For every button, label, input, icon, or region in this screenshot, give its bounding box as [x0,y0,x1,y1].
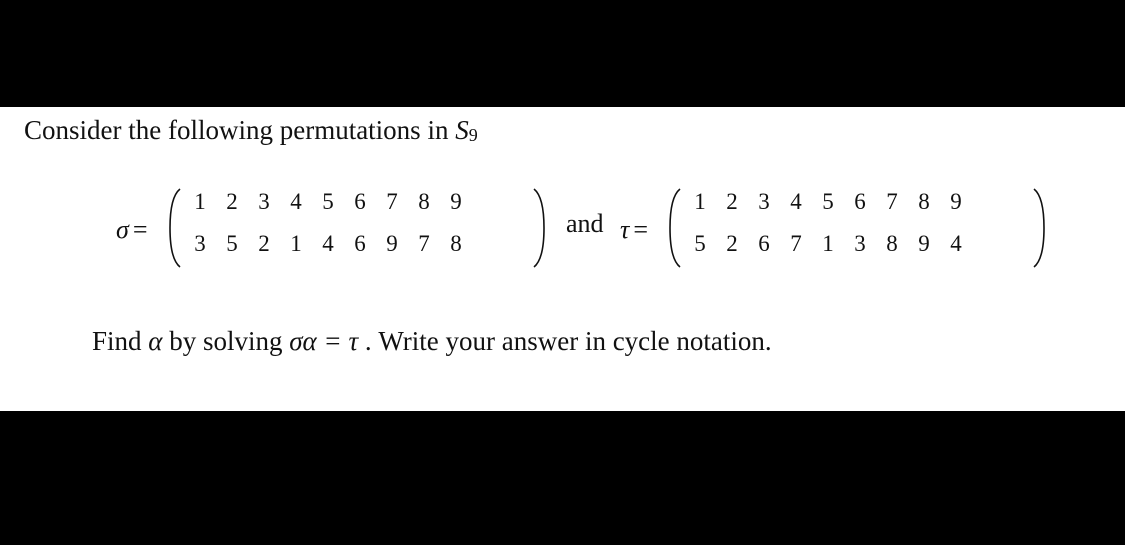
tau-top_row-cell: 8 [918,189,930,214]
sigma-bottom_row-cell: 5 [226,231,238,256]
sigma-bottom_row-cell: 4 [322,231,334,256]
sigma-matrix: 123456789 352146978 [168,187,552,269]
tau-bottom_row-cell: 8 [886,231,898,256]
tau-bottom_row-cell: 1 [822,231,834,256]
intro-text: Consider the following permutations in S… [24,115,478,146]
tau-bottom_row-cell: 6 [758,231,770,256]
problem-page: Consider the following permutations in S… [0,107,1125,411]
tau-label: τ = [620,215,648,245]
sigma-top_row-cell: 5 [322,189,334,214]
tau-top_row-cell: 9 [950,189,962,214]
sigma-top_row-cell: 7 [386,189,398,214]
sigma-top-row: 123456789 [184,189,472,215]
sigma-top_row-cell: 9 [450,189,462,214]
sigma-bottom_row-cell: 3 [194,231,206,256]
question-suffix: . Write your answer in cycle notation. [358,326,772,356]
left-paren-icon [168,187,182,269]
sigma-bottom-row: 352146978 [184,231,472,257]
tau-bottom_row-cell: 2 [726,231,738,256]
tau-top_row-cell: 1 [694,189,706,214]
tau-top_row-cell: 6 [854,189,866,214]
tau-top_row-cell: 2 [726,189,738,214]
tau-bottom_row-cell: 9 [918,231,930,256]
sigma-bottom_row-cell: 2 [258,231,270,256]
sigma-bottom_row-cell: 7 [418,231,430,256]
sigma-equals: = [132,215,148,244]
tau-symbol: τ [620,215,630,244]
sigma-bottom_row-cell: 8 [450,231,462,256]
sigma-top_row-cell: 8 [418,189,430,214]
sigma-top_row-cell: 4 [290,189,302,214]
group-symbol: S [455,115,469,145]
equation: σα = τ [289,326,359,356]
tau-equals: = [633,215,648,244]
tau-bottom_row-cell: 3 [854,231,866,256]
left-paren-icon [668,187,682,269]
sigma-symbol: σ [116,215,129,244]
question-text: Find α by solving σα = τ . Write your an… [92,326,772,357]
question-prefix: Find [92,326,149,356]
tau-matrix: 123456789 526713894 [668,187,1052,269]
sigma-top_row-cell: 2 [226,189,238,214]
sigma-top_row-cell: 3 [258,189,270,214]
question-middle: by solving [162,326,290,356]
tau-bottom_row-cell: 5 [694,231,706,256]
intro-sentence: Consider the following permutations in [24,115,456,145]
sigma-bottom_row-cell: 1 [290,231,302,256]
sigma-top_row-cell: 6 [354,189,366,214]
sigma-top_row-cell: 1 [194,189,206,214]
alpha-symbol: α [148,326,163,356]
tau-top_row-cell: 4 [790,189,802,214]
tau-top_row-cell: 3 [758,189,770,214]
sigma-bottom_row-cell: 9 [386,231,398,256]
tau-top_row-cell: 5 [822,189,834,214]
right-paren-icon [532,187,546,269]
tau-top_row-cell: 7 [886,189,898,214]
and-connector: and [566,209,604,238]
tau-bottom_row-cell: 4 [950,231,962,256]
sigma-bottom_row-cell: 6 [354,231,366,256]
tau-top-row: 123456789 [684,189,972,215]
tau-bottom-row: 526713894 [684,231,972,257]
sigma-label: σ = [116,215,148,245]
group-index: 9 [468,125,478,145]
right-paren-icon [1032,187,1046,269]
tau-bottom_row-cell: 7 [790,231,802,256]
